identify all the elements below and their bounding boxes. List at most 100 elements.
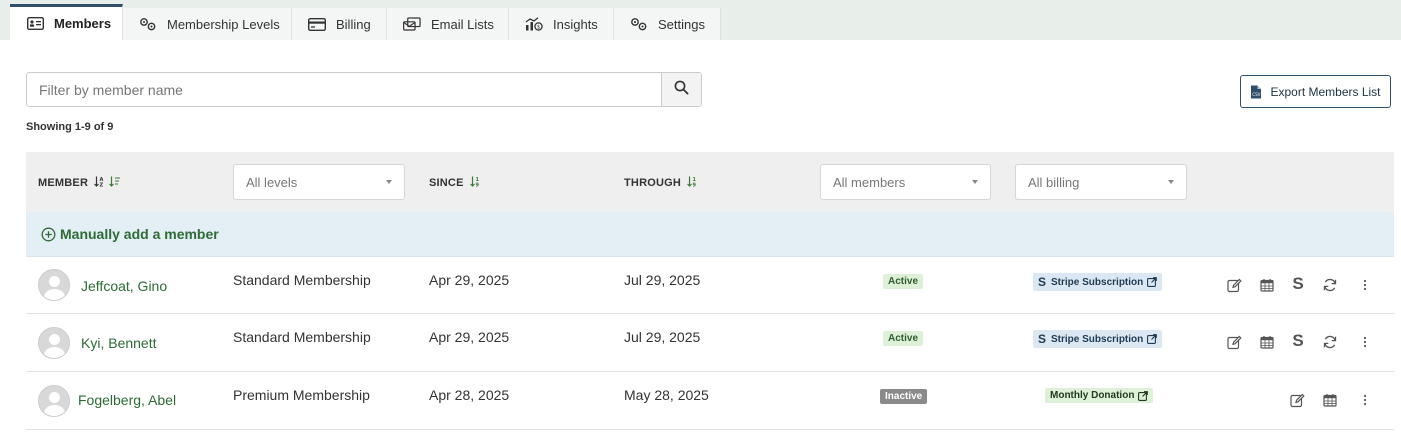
member-name-link[interactable]: Kyi, Bennett [81,335,157,351]
stripe-icon: S [1038,332,1047,346]
billing-label: Stripe Subscription [1051,333,1144,345]
member-through: Jul 29, 2025 [624,329,701,345]
column-through[interactable]: THROUGH 19 [624,176,699,190]
cogs-icon [139,17,157,31]
external-link-icon [1138,390,1149,401]
status-badge: Inactive [880,389,928,404]
billing-label: Monthly Donation [1050,390,1135,401]
edit-icon[interactable] [1225,333,1243,351]
member-search [26,72,702,107]
member-level: Standard Membership [233,329,371,345]
billing-badge[interactable]: Monthly Donation [1045,388,1154,403]
status-badge: Active [883,331,924,346]
avatar [38,385,70,417]
more-options-icon[interactable] [1356,333,1374,351]
edit-icon[interactable] [1288,391,1306,409]
renew-icon[interactable] [1321,333,1339,351]
tab-label: Membership Levels [167,16,280,32]
chevron-down-icon [386,180,392,184]
tab-insights[interactable]: $ Insights [509,8,614,40]
svg-text:Z: Z [100,183,104,188]
column-label: SINCE [429,177,464,189]
tab-label: Email Lists [431,16,494,32]
table-row: Fogelberg, Abel Premium Membership Apr 2… [26,372,1394,430]
chevron-down-icon [972,180,978,184]
billing-filter-select[interactable]: All billing [1015,164,1187,200]
more-options-icon[interactable] [1356,276,1374,294]
tab-membership-levels[interactable]: Membership Levels [123,8,292,40]
levels-filter-select[interactable]: All levels [233,164,405,200]
tab-label: Billing [336,16,371,32]
search-input[interactable] [27,73,661,106]
tab-label: Members [54,16,112,31]
add-member-row: Manually add a member [26,212,1394,257]
member-name-link[interactable]: Jeffcoat, Gino [81,278,167,294]
dollar-icon[interactable]: S [1289,331,1307,350]
results-count: Showing 1-9 of 9 [26,121,114,133]
column-label: THROUGH [624,177,682,189]
member-since: Apr 29, 2025 [429,272,510,288]
sort-icon[interactable] [109,176,121,190]
status-badge: Active [883,274,924,289]
calendar-icon[interactable] [1258,333,1276,351]
renew-icon[interactable] [1321,276,1339,294]
sort-icon[interactable]: AZ [94,176,106,190]
sort-icon[interactable]: 19 [687,176,699,190]
tab-label: Insights [553,16,598,32]
tab-billing[interactable]: Billing [292,8,387,40]
tab-settings[interactable]: Settings [614,8,721,40]
member-level: Standard Membership [233,272,371,288]
column-label: MEMBER [38,177,89,189]
chevron-down-icon [1168,180,1174,184]
file-csv-icon: CSV [1250,85,1262,99]
dollar-icon[interactable]: S [1289,274,1307,293]
svg-text:CSV: CSV [1253,92,1261,97]
billing-badge[interactable]: S Stripe Subscription [1033,330,1163,348]
table-row: Kyi, Bennett Standard Membership Apr 29,… [26,314,1394,372]
tab-members[interactable]: Members [10,4,123,40]
avatar [38,269,70,301]
avatar [38,327,70,359]
id-card-icon [26,17,44,31]
plus-circle-icon [41,227,56,242]
calendar-icon[interactable] [1258,276,1276,294]
svg-text:9: 9 [693,183,697,188]
search-button[interactable] [661,73,701,106]
tab-email-lists[interactable]: Email Lists [387,8,509,40]
sort-icon[interactable]: 19 [469,176,482,190]
billing-badge[interactable]: S Stripe Subscription [1033,273,1163,291]
chart-icon: $ [525,17,543,31]
add-member-link[interactable]: Manually add a member [41,226,219,242]
svg-text:$: $ [537,25,541,31]
external-link-icon [1147,334,1158,344]
stripe-icon: S [1038,275,1047,289]
add-member-label: Manually add a member [60,226,219,242]
export-members-button[interactable]: CSV Export Members List [1240,75,1391,108]
billing-label: Stripe Subscription [1051,276,1144,288]
column-since[interactable]: SINCE 19 [429,176,482,190]
member-name-link[interactable]: Fogelberg, Abel [78,392,176,408]
tab-bar: Members Membership Levels Billing Email … [0,0,1401,40]
select-value: All levels [246,174,298,190]
search-icon [674,80,689,100]
member-through: May 28, 2025 [624,387,709,403]
member-level: Premium Membership [233,387,370,403]
export-label: Export Members List [1270,84,1381,99]
mail-bulk-icon [403,17,421,31]
select-value: All members [833,174,906,190]
tab-label: Settings [658,16,705,32]
external-link-icon [1147,277,1158,287]
member-since: Apr 28, 2025 [429,387,510,403]
column-member[interactable]: MEMBER AZ [38,176,121,190]
edit-icon[interactable] [1225,276,1243,294]
member-since: Apr 29, 2025 [429,329,510,345]
select-value: All billing [1028,174,1080,190]
table-row: Jeffcoat, Gino Standard Membership Apr 2… [26,257,1394,314]
calendar-icon[interactable] [1321,391,1339,409]
table-header: MEMBER AZ All levels SINCE 19 THROUGH 19… [26,152,1394,212]
more-options-icon[interactable] [1356,391,1374,409]
cogs-icon [630,17,648,31]
credit-card-icon [308,17,326,31]
svg-text:9: 9 [475,183,479,188]
members-filter-select[interactable]: All members [820,164,991,200]
